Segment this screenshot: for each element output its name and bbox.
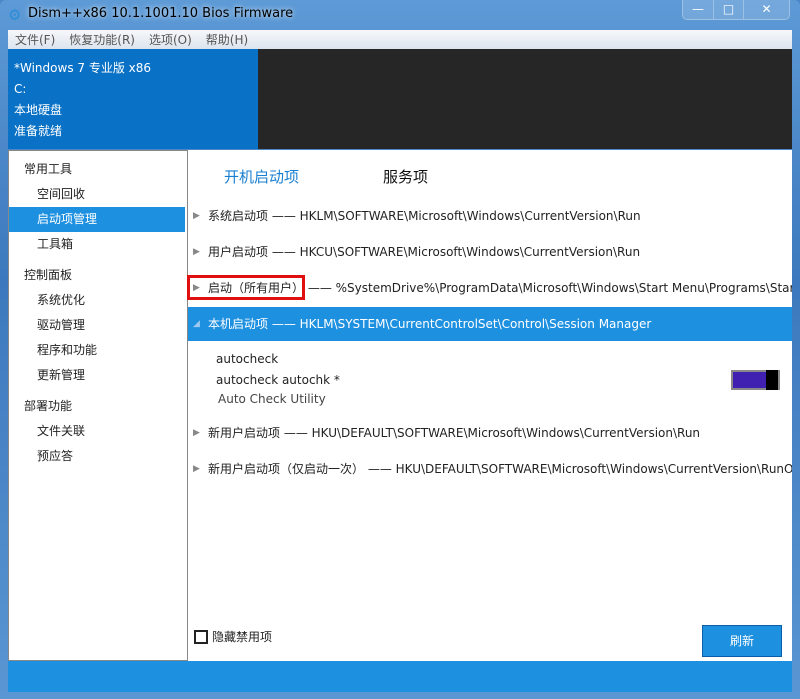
startup-group-row[interactable]: ▶ 系统启动项 —— HKLM\SOFTWARE\Microsoft\Window… (188, 199, 792, 233)
sidebar-item-system-optimize[interactable]: 系统优化 (9, 288, 185, 313)
checkbox-box (194, 630, 208, 644)
row-label: 本机启动项 —— HKLM\SYSTEM\CurrentControlSet\C… (208, 317, 651, 331)
row-label: 系统启动项 —— HKLM\SOFTWARE\Microsoft\Windows… (208, 209, 641, 223)
entry-name: autocheck (216, 352, 278, 366)
os-name: *Windows 7 专业版 x86 (14, 58, 151, 79)
system-info[interactable]: *Windows 7 专业版 x86 C: 本地硬盘 准备就绪 (14, 58, 151, 142)
startup-group-row[interactable]: ▶ 新用户启动项 —— HKU\DEFAULT\SOFTWARE\Microsof… (188, 416, 792, 450)
header-panel (258, 49, 792, 149)
startup-group-row[interactable]: ▶ 新用户启动项（仅启动一次） —— HKU\DEFAULT\SOFTWARE\M… (188, 452, 792, 486)
menu-options[interactable]: 选项(O) (149, 31, 192, 48)
refresh-button[interactable]: 刷新 (702, 625, 782, 657)
drive-letter: C: (14, 79, 151, 100)
entry-description: Auto Check Utility (218, 392, 326, 406)
highlight-box (187, 275, 305, 300)
checkbox-label: 隐藏禁用项 (212, 628, 272, 645)
caption-buttons: — □ ✕ (682, 0, 790, 20)
sidebar-item-startup-manager[interactable]: 启动项管理 (9, 207, 185, 232)
menu-bar: 文件(F) 恢复功能(R) 选项(O) 帮助(H) (8, 30, 792, 49)
menu-restore[interactable]: 恢复功能(R) (69, 31, 135, 48)
sidebar-item-toolbox[interactable]: 工具箱 (9, 232, 185, 257)
sidebar-item-drivers[interactable]: 驱动管理 (9, 313, 185, 338)
status-bar (8, 661, 792, 692)
system-header: *Windows 7 专业版 x86 C: 本地硬盘 准备就绪 (8, 49, 792, 149)
window-title: Dism++x86 10.1.1001.10 Bios Firmware (28, 6, 293, 21)
sidebar-item-answer-file[interactable]: 预应答 (9, 444, 185, 469)
sidebar-item-space-cleanup[interactable]: 空间回收 (9, 182, 185, 207)
app-gear-icon: ⚙ (8, 7, 24, 23)
close-button[interactable]: ✕ (743, 0, 789, 19)
sidebar-item-updates[interactable]: 更新管理 (9, 363, 185, 388)
sidebar-item-programs[interactable]: 程序和功能 (9, 338, 185, 363)
toggle-knob (766, 370, 778, 390)
menu-file[interactable]: 文件(F) (15, 31, 55, 48)
menu-help[interactable]: 帮助(H) (206, 31, 248, 48)
startup-group-row[interactable]: ▶ 用户启动项 —— HKCU\SOFTWARE\Microsoft\Window… (188, 235, 792, 269)
sidebar-item-file-assoc[interactable]: 文件关联 (9, 419, 185, 444)
startup-group-row-expanded[interactable]: ◢ 本机启动项 —— HKLM\SYSTEM\CurrentControlSet\… (188, 307, 792, 341)
sidebar-group-common-tools: 常用工具 (9, 157, 187, 182)
row-label: 新用户启动项（仅启动一次） —— HKU\DEFAULT\SOFTWARE\Mi… (208, 462, 792, 476)
collapse-arrow-icon: ◢ (193, 307, 200, 341)
minimize-button[interactable]: — (683, 0, 713, 19)
hide-disabled-checkbox[interactable]: 隐藏禁用项 (194, 628, 272, 645)
row-label: 新用户启动项 —— HKU\DEFAULT\SOFTWARE\Microsoft… (208, 426, 700, 440)
tab-services[interactable]: 服务项 (383, 166, 428, 187)
entry-enable-toggle[interactable] (731, 370, 780, 390)
status-text: 准备就绪 (14, 121, 151, 142)
expand-arrow-icon: ▶ (193, 416, 200, 450)
sidebar-group-control-panel: 控制面板 (9, 263, 187, 288)
expand-arrow-icon: ▶ (193, 235, 200, 269)
entry-command: autocheck autochk * (216, 373, 340, 387)
main-panel: 开机启动项 服务项 ▶ 系统启动项 —— HKLM\SOFTWARE\Micros… (188, 150, 792, 661)
expand-arrow-icon: ▶ (193, 199, 200, 233)
sidebar-group-deploy: 部署功能 (9, 394, 187, 419)
expand-arrow-icon: ▶ (193, 452, 200, 486)
disk-type: 本地硬盘 (14, 100, 151, 121)
row-label: 用户启动项 —— HKCU\SOFTWARE\Microsoft\Windows… (208, 245, 640, 259)
sidebar: 常用工具 空间回收 启动项管理 工具箱 控制面板 系统优化 驱动管理 程序和功能… (8, 150, 188, 661)
tab-startup[interactable]: 开机启动项 (224, 166, 299, 187)
maximize-button[interactable]: □ (713, 0, 743, 19)
